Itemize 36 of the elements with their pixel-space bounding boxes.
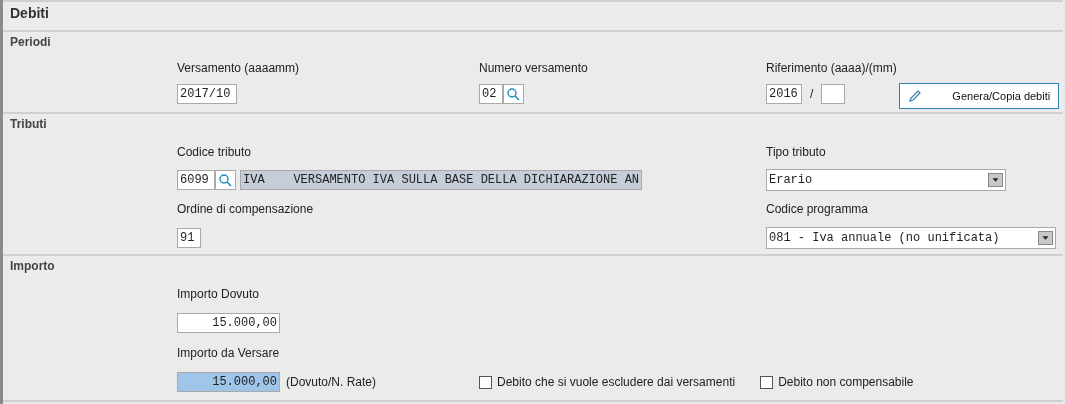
- text-field[interactable]: 2017/10: [177, 84, 237, 104]
- checkbox-label: Debito non compensabile: [778, 375, 914, 389]
- search-icon: [219, 173, 232, 187]
- field-label: Versamento (aaaamm): [177, 61, 300, 75]
- pencil-icon: [908, 89, 923, 103]
- description-field: IVA VERSAMENTO IVA SULLA BASE DELLA DICHIARAZIONE AN: [240, 170, 642, 190]
- field-label: Numero versamento: [479, 61, 588, 75]
- page-title: Debiti: [10, 5, 49, 21]
- field-label: Importo da Versare: [177, 346, 280, 360]
- checkbox[interactable]: [760, 375, 774, 389]
- field-label: Importo Dovuto: [177, 287, 260, 301]
- dropdown[interactable]: Erario: [766, 169, 1006, 191]
- field-label: (Dovuto/N. Rate): [286, 375, 377, 389]
- checkbox[interactable]: [479, 375, 492, 389]
- text-field[interactable]: 91: [177, 228, 201, 248]
- field-label: Tipo tributo: [766, 145, 826, 159]
- section-title: Periodi: [10, 35, 52, 51]
- text-field[interactable]: [821, 84, 846, 104]
- field-label: Codice tributo: [177, 145, 252, 159]
- field-label: Ordine di compensazione: [177, 202, 314, 216]
- checkbox-label: Debito che si vuole escludere dai versamenti: [497, 375, 736, 389]
- text-field[interactable]: 2016: [766, 84, 802, 104]
- section-title: Importo: [10, 259, 56, 275]
- section-title: Tributi: [10, 117, 48, 133]
- search-button[interactable]: [503, 84, 524, 104]
- generate-button[interactable]: Genera/Copia debiti: [899, 83, 1060, 109]
- field-label: Codice programma: [766, 202, 869, 216]
- search-icon: [507, 87, 520, 101]
- text-field[interactable]: 6099: [177, 170, 215, 190]
- text-field[interactable]: 02: [479, 84, 503, 104]
- amount-field: 15.000,00: [177, 372, 280, 392]
- dropdown[interactable]: 081 - Iva annuale (no unificata): [766, 227, 1056, 249]
- field-label: Riferimento (aaaa)/(mm): [766, 61, 897, 75]
- amount-field[interactable]: 15.000,00: [177, 313, 280, 333]
- separator-text: /: [810, 87, 814, 101]
- search-button[interactable]: [215, 170, 236, 190]
